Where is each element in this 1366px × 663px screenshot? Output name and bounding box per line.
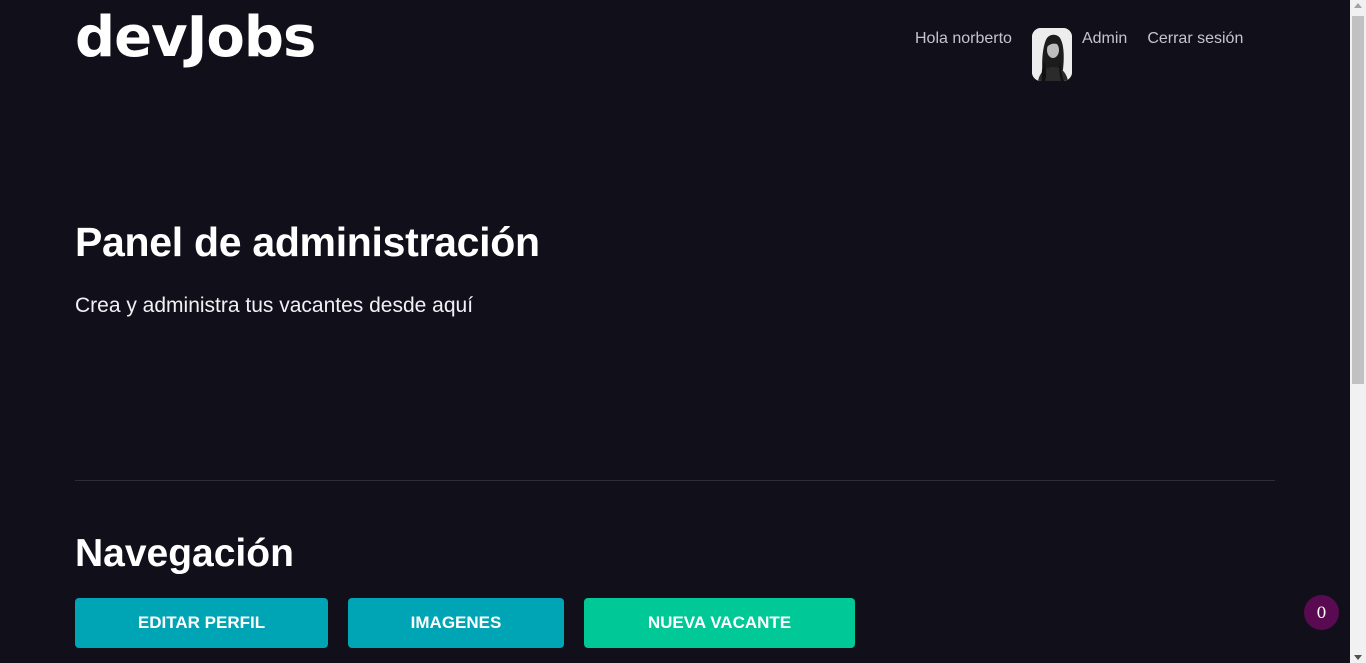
new-vacancy-button[interactable]: Nueva Vacante (584, 598, 855, 648)
avatar-photo-icon (1031, 28, 1072, 81)
images-button[interactable]: Imagenes (348, 598, 564, 648)
page-title: Panel de administración (75, 219, 540, 265)
page: devJobs Hola norberto Admin Cerrar sesió… (0, 0, 1366, 663)
navigation-title: Navegación (75, 532, 294, 575)
scroll-up-arrow-icon[interactable] (1354, 3, 1362, 8)
logo[interactable]: devJobs (75, 10, 316, 66)
logout-link[interactable]: Cerrar sesión (1147, 30, 1243, 48)
page-subtitle: Crea y administra tus vacantes desde aqu… (75, 294, 474, 317)
notification-badge[interactable]: 0 (1304, 595, 1339, 630)
scrollbar-thumb[interactable] (1352, 16, 1364, 384)
vertical-scrollbar[interactable] (1350, 0, 1366, 663)
user-greeting: Hola norberto (915, 30, 1012, 47)
user-nav: Hola norberto Admin Cerrar sesión (915, 28, 1243, 81)
scroll-down-arrow-icon[interactable] (1354, 655, 1362, 660)
hero-section: Panel de administración Crea y administr… (75, 218, 540, 318)
navigation-section: Navegación (75, 530, 294, 578)
admin-link[interactable]: Admin (1082, 30, 1127, 48)
avatar[interactable] (1031, 28, 1072, 81)
edit-profile-button[interactable]: Editar Perfil (75, 598, 328, 648)
site-header: devJobs Hola norberto Admin Cerrar sesió… (0, 0, 1350, 100)
section-divider (75, 480, 1275, 481)
